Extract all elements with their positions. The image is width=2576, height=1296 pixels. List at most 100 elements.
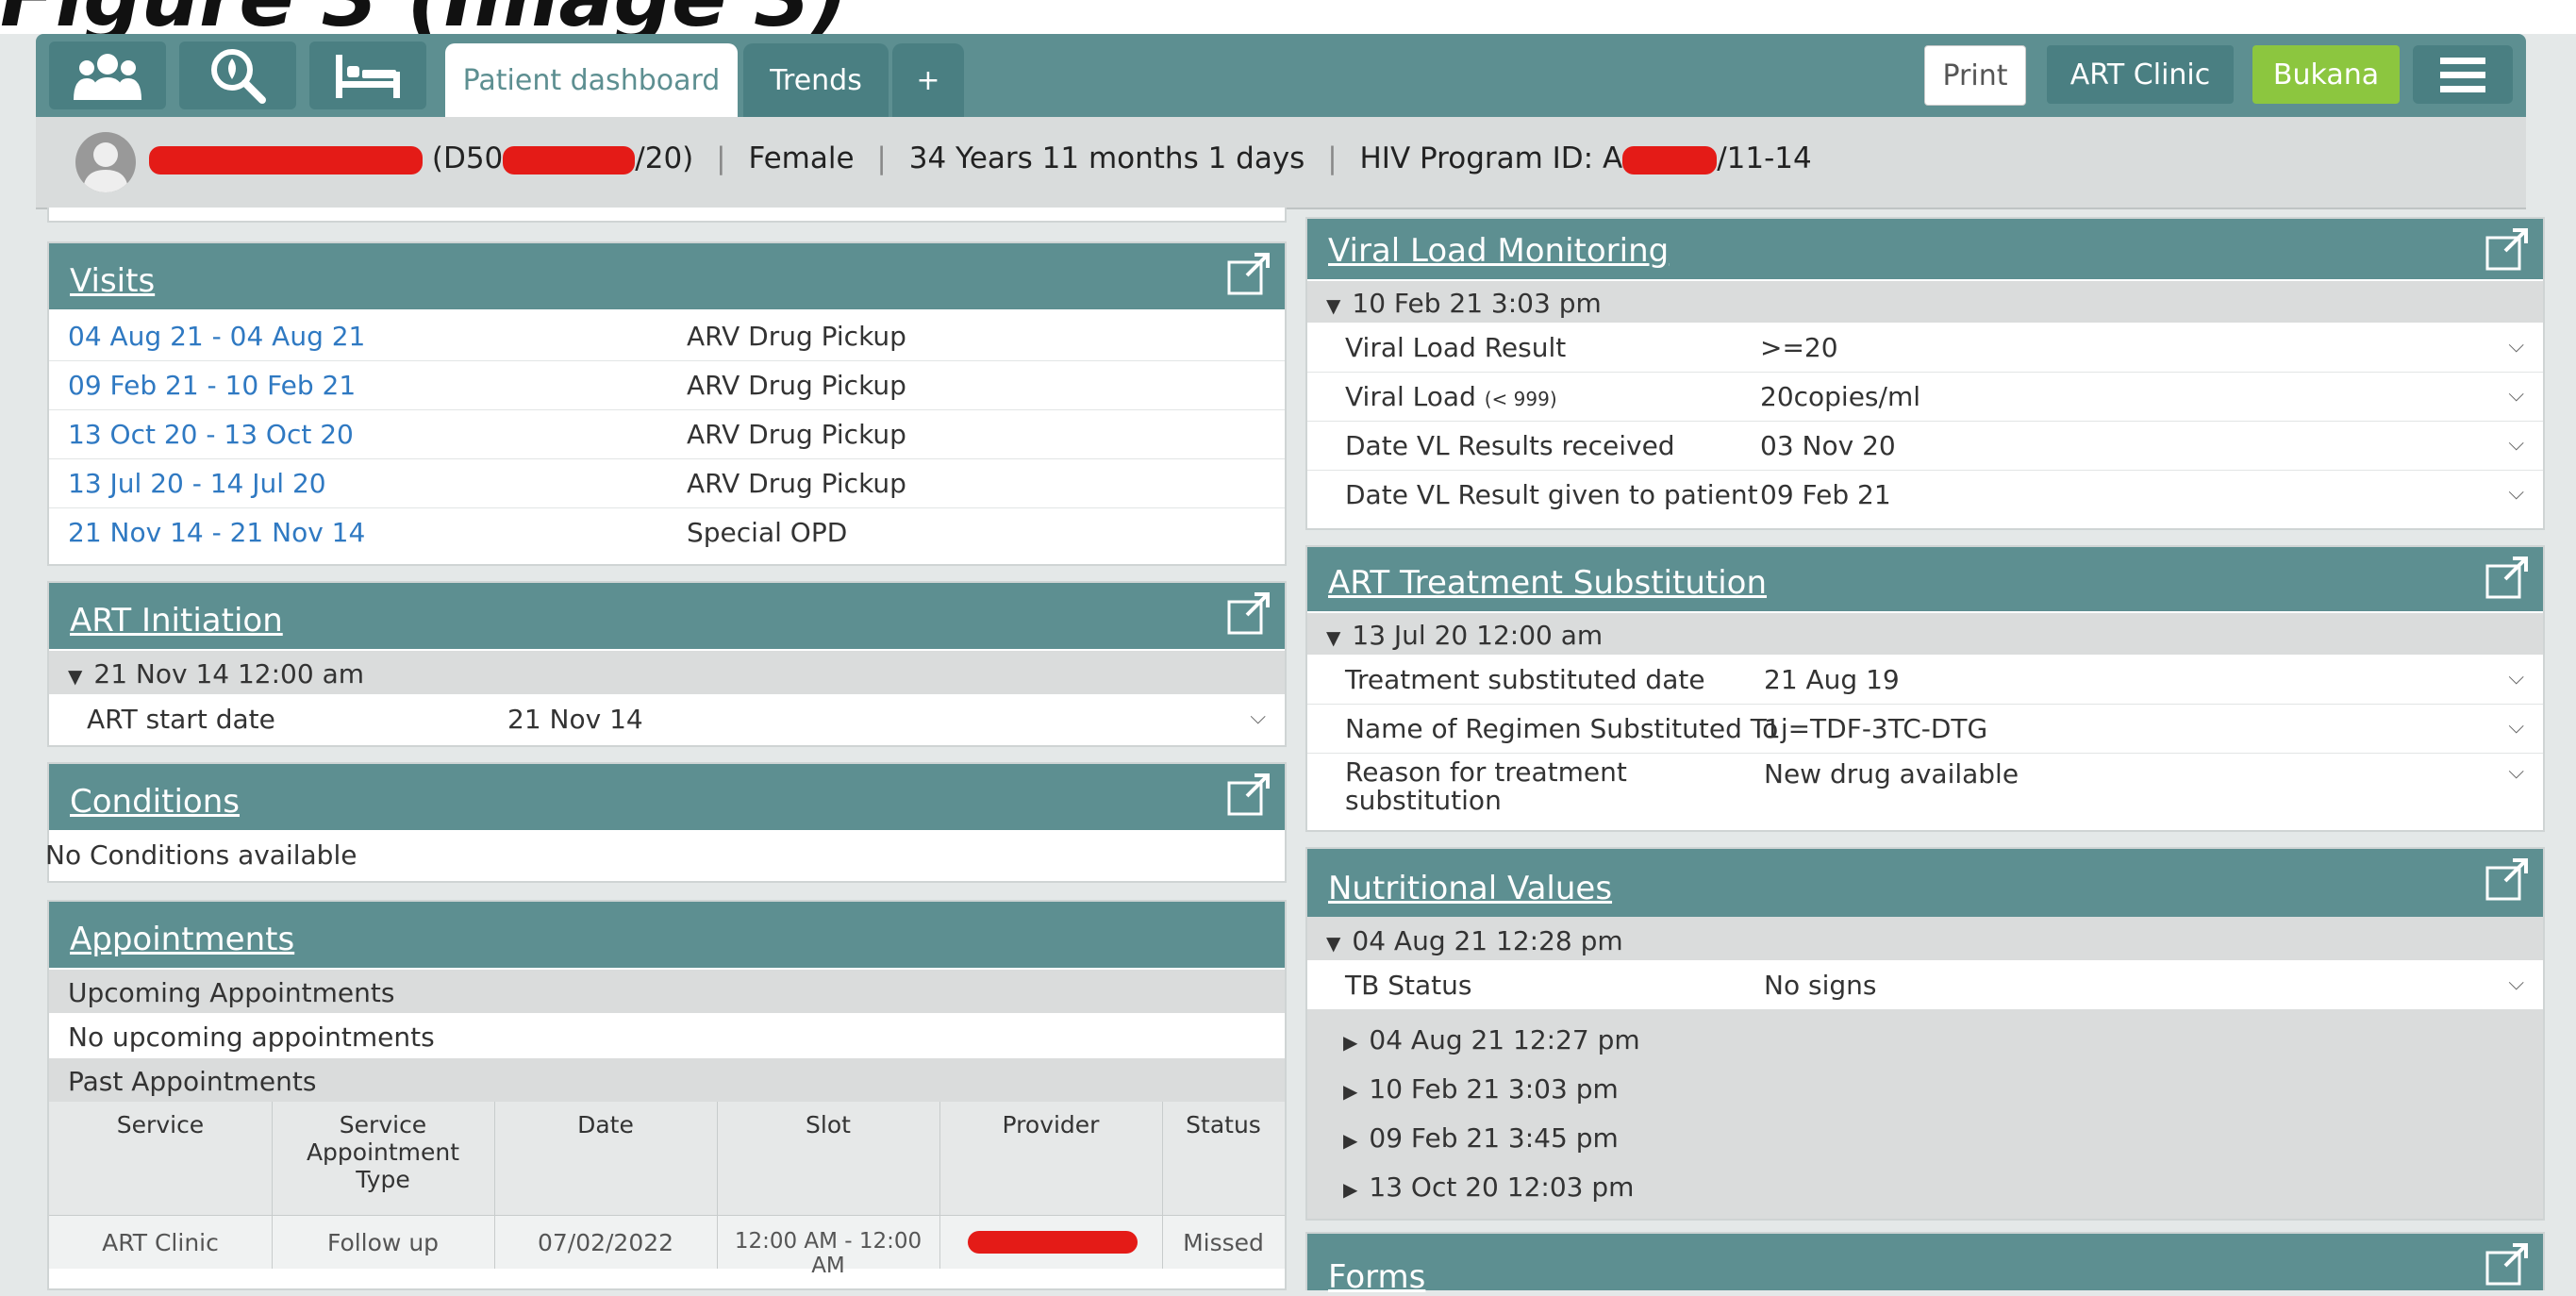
nutritional-widget: Nutritional Values ▼ 04 Aug 21 12:28 pm T… [1305,847,2545,1221]
table-row[interactable]: ART Clinic Follow up 07/02/2022 12:00 AM… [49,1215,1285,1278]
obs-value: 21 Nov 14 [507,704,643,735]
visit-date[interactable]: 04 Aug 21 - 04 Aug 21 [68,321,365,352]
art-clinic-button[interactable]: ART Clinic [2047,45,2234,104]
tab-trends[interactable]: Trends [743,43,889,117]
patients-icon[interactable] [49,42,166,109]
external-link-icon[interactable] [1226,592,1271,644]
col-service: Service [116,1111,205,1138]
visit-date[interactable]: 21 Nov 14 - 21 Nov 14 [68,517,365,548]
patient-info: (D50/20) | Female | 34 Years 11 months 1… [149,141,1812,175]
tab-patient-dashboard[interactable]: Patient dashboard [445,43,738,117]
external-link-icon[interactable] [1226,773,1271,825]
visit-type: ARV Drug Pickup [687,370,906,401]
forms-title[interactable]: Forms [1328,1258,1425,1296]
encounter-datetime: 04 Aug 21 12:28 pm [1352,925,1623,956]
external-link-icon[interactable] [2485,557,2530,608]
visit-type: ARV Drug Pickup [687,321,906,352]
obs-value: New drug available [1764,758,2019,789]
external-link-icon[interactable] [2485,1243,2530,1295]
collapsed-encounter[interactable]: ▶ 09 Feb 21 3:45 pm [1307,1113,2543,1162]
encounter-row[interactable]: ▼ 04 Aug 21 12:28 pm [1307,919,2543,960]
collapsed-encounter[interactable]: ▶ 10 Feb 21 3:03 pm [1307,1064,2543,1113]
chevron-down-icon[interactable]: ⌵ [1250,706,1266,729]
encounter-datetime: 09 Feb 21 3:45 pm [1369,1122,1619,1154]
cell-service: ART Clinic [102,1229,219,1256]
visit-row[interactable]: 21 Nov 14 - 21 Nov 14 Special OPD [49,507,1285,557]
obs-row[interactable]: Name of Regimen Substituted To 1j=TDF-3T… [1307,704,2543,754]
encounter-row[interactable]: ▼ 13 Jul 20 12:00 am [1307,613,2543,655]
chevron-down-icon[interactable]: ⌵ [2508,666,2524,690]
obs-row[interactable]: Viral Load Result >=20 ⌵ [1307,323,2543,373]
cell-slot: 12:00 AM - 12:00 AM [734,1229,922,1278]
visit-row[interactable]: 09 Feb 21 - 10 Feb 21 ARV Drug Pickup [49,360,1285,410]
caret-down-icon: ▼ [1326,626,1341,649]
patient-header: (D50/20) | Female | 34 Years 11 months 1… [36,117,2526,209]
obs-row[interactable]: TB Status No signs ⌵ [1307,960,2543,1009]
collapsed-encounter[interactable]: ▶ 13 Oct 20 12:03 pm [1307,1162,2543,1211]
collapsed-encounter[interactable]: ▶ 04 Aug 21 12:27 pm [1307,1015,2543,1064]
bed-icon[interactable] [309,42,426,109]
upcoming-label-row: Upcoming Appointments [49,970,1285,1013]
external-link-icon[interactable] [1226,253,1271,305]
encounter-datetime: 10 Feb 21 3:03 pm [1352,288,1602,319]
chevron-down-icon[interactable]: ⌵ [2508,383,2524,407]
program-id-suffix: /11-14 [1717,141,1812,175]
conditions-title[interactable]: Conditions [70,783,240,821]
chevron-down-icon[interactable]: ⌵ [2508,972,2524,995]
viral-load-header: Viral Load Monitoring [1307,219,2543,279]
upcoming-label: Upcoming Appointments [68,977,395,1008]
nutritional-header: Nutritional Values [1307,849,2543,917]
nutritional-title[interactable]: Nutritional Values [1328,870,1612,907]
top-nav-bar: Patient dashboard Trends + Print ART Cli… [36,34,2526,117]
menu-icon[interactable] [2413,45,2513,104]
visit-row[interactable]: 13 Oct 20 - 13 Oct 20 ARV Drug Pickup [49,409,1285,459]
col-service-appointment-type: Service Appointment Type [306,1111,460,1193]
encounter-row[interactable]: ▼ 10 Feb 21 3:03 pm [1307,281,2543,323]
obs-row[interactable]: ART start date 21 Nov 14 ⌵ [49,694,1285,741]
tab-add[interactable]: + [892,43,964,117]
viral-load-title[interactable]: Viral Load Monitoring [1328,232,1669,270]
col-provider: Provider [1002,1111,1100,1138]
appointments-title[interactable]: Appointments [70,921,294,958]
visit-row[interactable]: 04 Aug 21 - 04 Aug 21 ARV Drug Pickup [49,311,1285,361]
print-button[interactable]: Print [1924,45,2026,106]
obs-row[interactable]: Treatment substituted date 21 Aug 19 ⌵ [1307,655,2543,705]
obs-value: 03 Nov 20 [1760,430,1896,461]
obs-label: Reason for treatment substitution [1345,756,1627,816]
bukana-button[interactable]: Bukana [2252,45,2400,104]
external-link-icon[interactable] [2485,228,2530,280]
obs-value: 21 Aug 19 [1764,664,1900,695]
obs-row[interactable]: Viral Load (< 999) 20copies/ml ⌵ [1307,372,2543,422]
external-link-icon[interactable] [2485,858,2530,910]
visit-date[interactable]: 13 Jul 20 - 14 Jul 20 [68,468,326,499]
visit-date[interactable]: 13 Oct 20 - 13 Oct 20 [68,419,354,450]
obs-label: ART start date [87,704,275,735]
obs-row[interactable]: Date VL Result given to patient 09 Feb 2… [1307,470,2543,519]
chevron-down-icon[interactable]: ⌵ [2508,334,2524,357]
conditions-widget: Conditions No Conditions available [45,762,1287,883]
caret-down-icon: ▼ [1326,294,1341,317]
search-icon[interactable] [179,42,296,109]
art-substitution-title[interactable]: ART Treatment Substitution [1328,564,1767,602]
chevron-down-icon[interactable]: ⌵ [2508,760,2524,784]
obs-row[interactable]: Date VL Results received 03 Nov 20 ⌵ [1307,421,2543,471]
appointments-header: Appointments [49,902,1285,968]
viral-load-widget: Viral Load Monitoring ▼ 10 Feb 21 3:03 pm… [1305,217,2545,530]
art-initiation-title[interactable]: ART Initiation [70,602,283,640]
chevron-down-icon[interactable]: ⌵ [2508,432,2524,456]
visit-row[interactable]: 13 Jul 20 - 14 Jul 20 ARV Drug Pickup [49,458,1285,508]
caret-down-icon: ▼ [68,665,83,688]
visit-date[interactable]: 09 Feb 21 - 10 Feb 21 [68,370,356,401]
avatar [75,132,136,192]
visits-title[interactable]: Visits [70,262,155,300]
caret-down-icon: ▼ [1326,932,1341,955]
chevron-down-icon[interactable]: ⌵ [2508,481,2524,505]
cell-date: 07/02/2022 [537,1229,674,1256]
redacted-id [503,145,636,174]
encounter-row[interactable]: ▼ 21 Nov 14 12:00 am [49,651,1285,694]
figure-title: Figure 3 (Image 3) [0,0,848,34]
conditions-header: Conditions [49,764,1285,830]
forms-widget: Forms [1305,1232,2545,1296]
chevron-down-icon[interactable]: ⌵ [2508,715,2524,739]
obs-row[interactable]: Reason for treatment substitution New dr… [1307,753,2543,826]
